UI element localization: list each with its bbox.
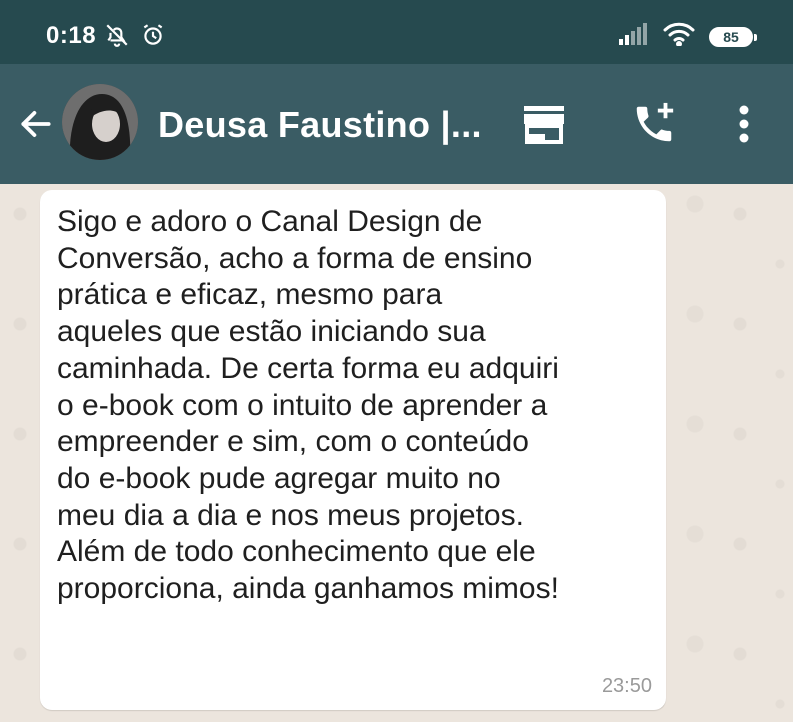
chat-area[interactable]: Sigo e adoro o Canal Design de Conversão… — [0, 184, 793, 722]
contact-name[interactable]: Deusa Faustino |... — [158, 104, 482, 146]
status-right-icons: 85 — [619, 22, 757, 51]
more-vert-icon — [739, 105, 749, 143]
status-left-icons — [104, 22, 166, 53]
notifications-off-icon — [104, 22, 130, 53]
battery-level: 85 — [723, 28, 739, 45]
store-icon — [524, 106, 564, 144]
back-button[interactable] — [14, 102, 58, 146]
status-bar: 0:18 85 — [0, 0, 793, 64]
message-text: Sigo e adoro o Canal Design de Conversão… — [57, 205, 559, 606]
battery-icon: 85 — [709, 26, 757, 47]
signal-icon — [619, 23, 649, 50]
avatar[interactable] — [62, 84, 138, 160]
add-call-icon — [636, 102, 674, 142]
add-call-button[interactable] — [630, 100, 678, 148]
message-bubble[interactable]: Sigo e adoro o Canal Design de Conversão… — [40, 190, 666, 710]
back-arrow-icon — [21, 111, 51, 137]
chat-header: Deusa Faustino |... — [0, 64, 793, 184]
status-time: 0:18 — [46, 22, 97, 49]
wifi-icon — [663, 22, 695, 51]
store-button[interactable] — [520, 100, 568, 148]
message-timestamp: 23:50 — [601, 675, 652, 697]
alarm-icon — [140, 22, 166, 53]
more-options-button[interactable] — [720, 100, 768, 148]
